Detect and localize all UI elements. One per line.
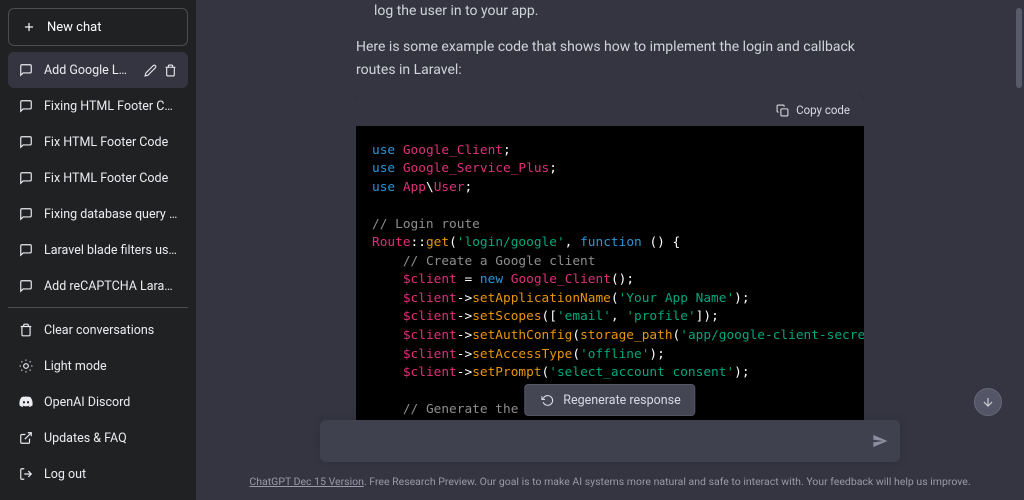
version-link[interactable]: ChatGPT Dec 15 Version (249, 475, 364, 488)
logout-icon (18, 466, 34, 482)
conversation-label: Fix HTML Footer Code (44, 171, 178, 186)
conversation-label: Laravel blade filters using Java (44, 243, 178, 258)
conversation-label: Fix HTML Footer Code (44, 135, 178, 150)
footer-text: ChatGPT Dec 15 Version. Free Research Pr… (249, 475, 970, 488)
bottom-item-label: Light mode (44, 359, 107, 374)
chat-input[interactable] (334, 432, 860, 448)
conversation-item[interactable]: Add Google Login to La (8, 52, 188, 88)
chat-icon (18, 170, 34, 186)
chat-icon (18, 206, 34, 222)
chat-icon (18, 242, 34, 258)
main-panel: log the user in to your app. Here is som… (196, 0, 1024, 500)
bottom-item-label: Updates & FAQ (44, 431, 127, 446)
arrow-down-icon (981, 395, 995, 409)
regenerate-button[interactable]: Regenerate response (524, 384, 695, 416)
input-row (320, 420, 900, 462)
conversation-label: Fixing HTML Footer Code (44, 99, 178, 114)
message-paragraph: Here is some example code that shows how… (356, 36, 864, 81)
conversation-item[interactable]: Fixing database query code (8, 196, 188, 232)
scrollbar[interactable] (1016, 8, 1022, 88)
light-mode-button[interactable]: Light mode (8, 348, 188, 384)
discord-icon (18, 394, 34, 410)
trash-icon (18, 322, 34, 338)
scroll-down-button[interactable] (974, 388, 1002, 416)
conversation-item[interactable]: Fixing HTML Footer Code (8, 88, 188, 124)
sun-icon (18, 358, 34, 374)
sidebar-bottom: Clear conversations Light mode OpenAI Di… (8, 307, 188, 492)
plus-icon (21, 19, 37, 35)
clear-conversations-button[interactable]: Clear conversations (8, 312, 188, 348)
conversation-item[interactable]: Add reCAPTCHA Laravel Login (8, 268, 188, 304)
edit-icon[interactable] (142, 62, 158, 78)
regenerate-label: Regenerate response (563, 393, 680, 408)
conversation-label: Add Google Login to La (44, 63, 132, 78)
logout-button[interactable]: Log out (8, 456, 188, 492)
sidebar: New chat Add Google Login to La Fixing H… (0, 0, 196, 500)
refresh-icon (539, 392, 555, 408)
chat-icon (18, 62, 34, 78)
external-icon (18, 430, 34, 446)
send-button[interactable] (872, 433, 888, 449)
chat-icon (18, 98, 34, 114)
copy-code-label: Copy code (796, 101, 850, 119)
conversation-item[interactable]: Laravel blade filters using Java (8, 232, 188, 268)
new-chat-button[interactable]: New chat (8, 8, 188, 46)
bottom-item-label: Clear conversations (44, 323, 154, 338)
discord-button[interactable]: OpenAI Discord (8, 384, 188, 420)
clipboard-icon (774, 102, 790, 118)
bottom-item-label: Log out (44, 467, 86, 482)
copy-code-button[interactable]: Copy code (774, 101, 850, 119)
new-chat-label: New chat (47, 20, 101, 35)
conversation-item[interactable]: Fix HTML Footer Code (8, 160, 188, 196)
footer-rest: . Free Research Preview. Our goal is to … (364, 475, 971, 488)
conversation-label: Fixing database query code (44, 207, 178, 222)
step-text: log the user in to your app. (356, 0, 864, 22)
updates-faq-button[interactable]: Updates & FAQ (8, 420, 188, 456)
conversation-label: Add reCAPTCHA Laravel Login (44, 279, 178, 294)
trash-icon[interactable] (162, 62, 178, 78)
chat-icon (18, 134, 34, 150)
bottom-item-label: OpenAI Discord (44, 395, 130, 410)
conversation-item[interactable]: Fix HTML Footer Code (8, 124, 188, 160)
code-header: Copy code (356, 95, 864, 125)
chat-icon (18, 278, 34, 294)
conversation-list: Add Google Login to La Fixing HTML Foote… (8, 52, 188, 307)
chat-input-container (320, 420, 900, 462)
